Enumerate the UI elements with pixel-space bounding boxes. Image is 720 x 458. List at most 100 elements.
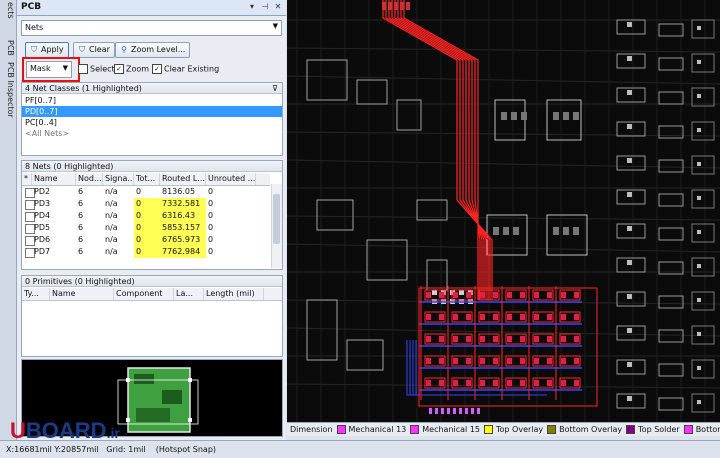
status-readout: X:16681mil Y:20857mil Grid: 1mil (Hotspo…: [6, 445, 216, 454]
column-header-length[interactable]: Length (mil): [204, 288, 264, 300]
net-class-item[interactable]: <All Nets>: [22, 128, 282, 139]
column-header-star[interactable]: *: [22, 173, 32, 185]
checkbox-box-checked[interactable]: ✓: [114, 64, 124, 74]
apply-button[interactable]: ⛉ Apply: [25, 42, 69, 58]
nets-header: 8 Nets (0 Highlighted): [22, 161, 282, 172]
column-header-component[interactable]: Component: [114, 288, 174, 300]
layer-tab[interactable]: Mechanical 13: [336, 423, 407, 436]
pcb-layout: [287, 0, 720, 422]
filter-icon: ⛉: [31, 45, 37, 54]
net-class-item-selected[interactable]: PD[0..7]: [22, 106, 282, 117]
net-class-item[interactable]: PF[0..7]: [22, 95, 282, 106]
column-header-nodes[interactable]: Nod...: [76, 173, 103, 185]
cell-nodes: 6: [78, 235, 84, 244]
net-row[interactable]: PD7 6 n/a 0 7762.984 0: [22, 246, 270, 258]
layer-color-swatch: [683, 425, 693, 434]
cell-total: 0: [134, 210, 160, 222]
nets-mode-value: Nets: [25, 23, 44, 32]
layer-tab[interactable]: Dimension: [290, 423, 333, 436]
watermark-u: U: [10, 418, 26, 443]
pcb-panel: PCB ▾ ⊣ ✕ Nets ▼ ⛉ Apply ⛉ Clear ⚲ Zoom Lev…: [17, 0, 286, 440]
column-header-total[interactable]: Tot...: [134, 173, 160, 185]
net-row[interactable]: PD5 6 n/a 0 5853.157 0: [22, 222, 270, 234]
layer-color-swatch: [410, 425, 420, 434]
clear-label: Clear: [89, 45, 110, 54]
side-tab-projects[interactable]: ects: [1, 2, 15, 19]
cell-routed: 6765.973: [160, 234, 206, 246]
cell-unrouted: 0: [208, 223, 214, 232]
cell-signal: n/a: [105, 187, 118, 196]
layer-tab-label: Dimension: [290, 425, 333, 434]
cell-signal: n/a: [105, 247, 118, 256]
pcb-canvas[interactable]: [287, 0, 720, 422]
side-tab-pcb[interactable]: PCB: [1, 40, 15, 56]
column-header-signal[interactable]: Signa...: [103, 173, 134, 185]
net-row[interactable]: PD6 6 n/a 0 6765.973 0: [22, 234, 270, 246]
net-row[interactable]: PD2 6 n/a 0 8136.05 0: [22, 186, 270, 198]
pin-icon[interactable]: ⊣: [260, 2, 270, 12]
scrollbar-thumb[interactable]: [273, 194, 280, 244]
cell-routed: 6316.43: [160, 210, 206, 222]
layer-tab[interactable]: Bottom So: [683, 423, 720, 436]
net-class-item[interactable]: PC[0..4]: [22, 117, 282, 128]
apply-label: Apply: [41, 45, 64, 54]
net-row[interactable]: PD3 6 n/a 0 7332.581 0: [22, 198, 270, 210]
cell-total: 0: [134, 198, 160, 210]
panel-menu-icon[interactable]: ▾: [247, 2, 257, 12]
cursor-coordinates: X:16681mil Y:20857mil: [6, 445, 99, 454]
column-header-layer[interactable]: La...: [174, 288, 204, 300]
layer-color-swatch: [547, 425, 557, 434]
cell-name: PD2: [34, 187, 51, 196]
zoom-level-button[interactable]: ⚲ Zoom Level...: [115, 42, 191, 58]
layer-tab[interactable]: Mechanical 15: [410, 423, 480, 436]
layer-tab[interactable]: Top Solder: [626, 423, 680, 436]
side-tab-pcb-inspector[interactable]: PCB Inspector: [1, 62, 15, 118]
clear-existing-label: Clear Existing: [164, 64, 220, 74]
cell-routed: 7332.581: [160, 198, 206, 210]
filter-icon[interactable]: ⊽: [272, 83, 278, 94]
cell-unrouted: 0: [208, 247, 214, 256]
nets-scrollbar[interactable]: [271, 184, 282, 268]
checkbox-box[interactable]: [78, 64, 88, 74]
nets-mode-dropdown[interactable]: Nets ▼: [21, 20, 282, 36]
layer-tab[interactable]: Bottom Overlay: [547, 423, 622, 436]
select-label: Select: [90, 64, 115, 74]
primitives-column-headers: Ty... Name Component La... Length (mil): [22, 288, 282, 301]
column-header-name[interactable]: Name: [32, 173, 76, 185]
panel-title: PCB: [21, 2, 42, 12]
nets-grid: 8 Nets (0 Highlighted) * Name Nod... Sig…: [21, 160, 283, 270]
clear-existing-checkbox[interactable]: ✓ Clear Existing: [152, 64, 219, 75]
zoom-checkbox[interactable]: ✓ Zoom: [114, 64, 149, 75]
close-icon[interactable]: ✕: [273, 2, 283, 12]
cell-name: PD6: [34, 235, 51, 244]
cell-total: 0: [134, 234, 160, 246]
cell-routed: 5853.157: [160, 222, 206, 234]
layer-tab-label: Bottom So: [695, 425, 720, 434]
layer-tab-label: Bottom Overlay: [559, 425, 623, 434]
zoom-label: Zoom: [126, 64, 150, 74]
cell-total: 0: [136, 187, 142, 196]
layer-tab-label: Mechanical 13: [348, 425, 407, 434]
primitives-header: 0 Primitives (0 Highlighted): [22, 276, 282, 287]
checkbox-box-checked[interactable]: ✓: [152, 64, 162, 74]
layer-tab[interactable]: Top Overlay: [484, 423, 543, 436]
column-header-type[interactable]: Ty...: [22, 288, 50, 300]
net-row[interactable]: PD4 6 n/a 0 6316.43 0: [22, 210, 270, 222]
cell-signal: n/a: [105, 223, 118, 232]
clear-button[interactable]: ⛉ Clear: [73, 42, 115, 58]
layer-tab-label: Top Overlay: [496, 425, 544, 434]
layer-color-swatch: [336, 425, 346, 434]
mask-highlight-box: [22, 57, 80, 82]
clear-filter-icon: ⛉: [79, 45, 85, 54]
cell-nodes: 6: [78, 211, 84, 220]
primitives-grid: 0 Primitives (0 Highlighted) Ty... Name …: [21, 275, 283, 357]
column-header-unrouted[interactable]: Unrouted ...: [206, 173, 256, 185]
layer-tab-label: Mechanical 15: [422, 425, 480, 434]
select-checkbox[interactable]: Select: [78, 64, 115, 75]
side-tab-strip: ects PCB PCB Inspector: [0, 0, 17, 440]
column-header-routed[interactable]: Routed L...: [160, 173, 206, 185]
grid-size: Grid: 1mil: [106, 445, 146, 454]
cell-unrouted: 0: [208, 187, 214, 196]
column-header-name[interactable]: Name: [50, 288, 114, 300]
cell-signal: n/a: [105, 211, 118, 220]
